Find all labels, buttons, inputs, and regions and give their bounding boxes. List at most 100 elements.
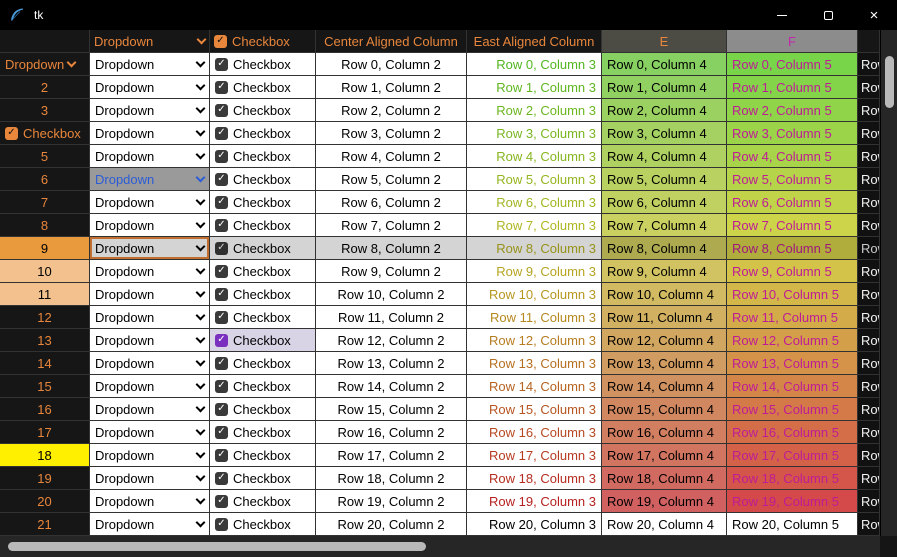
checkbox-icon[interactable]: ✓ [215, 288, 228, 301]
checkbox-cell[interactable]: ✓Checkbox [210, 168, 316, 191]
f-cell[interactable]: Row 6, Column 5 [727, 191, 858, 214]
checkbox-icon[interactable]: ✓ [215, 357, 228, 370]
center-cell[interactable]: Row 20, Column 2 [316, 513, 467, 536]
row-index-cell[interactable]: 8 [0, 214, 90, 237]
row-index-cell[interactable]: 19 [0, 467, 90, 490]
row-index-cell[interactable]: 21 [0, 513, 90, 536]
east-cell[interactable]: Row 1, Column 3 [467, 76, 602, 99]
e-cell[interactable]: Row 0, Column 4 [602, 53, 727, 76]
center-cell[interactable]: Row 7, Column 2 [316, 214, 467, 237]
dropdown-cell[interactable]: Dropdown [90, 145, 210, 168]
e-cell[interactable]: Row 15, Column 4 [602, 398, 727, 421]
overflow-cell[interactable]: Row [858, 99, 880, 122]
column-header-checkbox[interactable]: ✓Checkbox [210, 30, 316, 53]
titlebar-drag-area[interactable] [43, 0, 759, 30]
f-cell[interactable]: Row 3, Column 5 [727, 122, 858, 145]
east-cell[interactable]: Row 10, Column 3 [467, 283, 602, 306]
row-index-cell[interactable]: 20 [0, 490, 90, 513]
center-cell[interactable]: Row 13, Column 2 [316, 352, 467, 375]
checkbox-icon[interactable]: ✓ [215, 81, 228, 94]
east-cell[interactable]: Row 9, Column 3 [467, 260, 602, 283]
f-cell[interactable]: Row 15, Column 5 [727, 398, 858, 421]
e-cell[interactable]: Row 12, Column 4 [602, 329, 727, 352]
checkbox-cell[interactable]: ✓Checkbox [210, 145, 316, 168]
overflow-cell[interactable]: Row [858, 76, 880, 99]
center-cell[interactable]: Row 8, Column 2 [316, 237, 467, 260]
f-cell[interactable]: Row 17, Column 5 [727, 444, 858, 467]
checkbox-icon[interactable]: ✓ [215, 449, 228, 462]
row-index-cell[interactable]: 5 [0, 145, 90, 168]
e-cell[interactable]: Row 20, Column 4 [602, 513, 727, 536]
row-index-cell[interactable]: 18 [0, 444, 90, 467]
row-index-cell[interactable]: 17 [0, 421, 90, 444]
column-header-corner[interactable] [0, 30, 90, 53]
center-cell[interactable]: Row 11, Column 2 [316, 306, 467, 329]
checkbox-icon[interactable]: ✓ [215, 472, 228, 485]
overflow-cell[interactable]: Row [858, 53, 880, 76]
f-cell[interactable]: Row 13, Column 5 [727, 352, 858, 375]
e-cell[interactable]: Row 8, Column 4 [602, 237, 727, 260]
f-cell[interactable]: Row 4, Column 5 [727, 145, 858, 168]
column-header-g[interactable] [858, 30, 880, 53]
checkbox-cell[interactable]: ✓Checkbox [210, 375, 316, 398]
overflow-cell[interactable]: Row [858, 168, 880, 191]
checkbox-icon[interactable]: ✓ [215, 104, 228, 117]
checkbox-icon[interactable]: ✓ [215, 58, 228, 71]
vertical-scrollbar-thumb[interactable] [885, 56, 894, 108]
e-cell[interactable]: Row 18, Column 4 [602, 467, 727, 490]
overflow-cell[interactable]: Row [858, 306, 880, 329]
checkbox-icon[interactable]: ✓ [215, 173, 228, 186]
f-cell[interactable]: Row 7, Column 5 [727, 214, 858, 237]
checkbox-cell[interactable]: ✓Checkbox [210, 214, 316, 237]
f-cell[interactable]: Row 11, Column 5 [727, 306, 858, 329]
dropdown-cell[interactable]: Dropdown [90, 306, 210, 329]
f-cell[interactable]: Row 14, Column 5 [727, 375, 858, 398]
center-cell[interactable]: Row 5, Column 2 [316, 168, 467, 191]
f-cell[interactable]: Row 0, Column 5 [727, 53, 858, 76]
checkbox-cell[interactable]: ✓Checkbox [210, 306, 316, 329]
checkbox-cell[interactable]: ✓Checkbox [210, 53, 316, 76]
center-cell[interactable]: Row 3, Column 2 [316, 122, 467, 145]
e-cell[interactable]: Row 14, Column 4 [602, 375, 727, 398]
checkbox-cell[interactable]: ✓Checkbox [210, 237, 316, 260]
checkbox-icon[interactable]: ✓ [215, 403, 228, 416]
checkbox-icon[interactable]: ✓ [215, 334, 228, 347]
checkbox-icon[interactable]: ✓ [215, 426, 228, 439]
close-button[interactable]: × [851, 0, 897, 30]
e-cell[interactable]: Row 16, Column 4 [602, 421, 727, 444]
overflow-cell[interactable]: Row [858, 352, 880, 375]
overflow-cell[interactable]: Row [858, 214, 880, 237]
checkbox-icon[interactable]: ✓ [215, 311, 228, 324]
checkbox-cell[interactable]: ✓Checkbox [210, 99, 316, 122]
east-cell[interactable]: Row 7, Column 3 [467, 214, 602, 237]
checkbox-icon[interactable]: ✓ [215, 219, 228, 232]
maximize-button[interactable] [805, 0, 851, 30]
center-cell[interactable]: Row 6, Column 2 [316, 191, 467, 214]
overflow-cell[interactable]: Row [858, 329, 880, 352]
row-index-cell[interactable]: 15 [0, 375, 90, 398]
row-index-cell[interactable]: 14 [0, 352, 90, 375]
center-cell[interactable]: Row 17, Column 2 [316, 444, 467, 467]
center-cell[interactable]: Row 9, Column 2 [316, 260, 467, 283]
checkbox-icon[interactable]: ✓ [215, 242, 228, 255]
checkbox-icon[interactable]: ✓ [215, 380, 228, 393]
checkbox-icon[interactable]: ✓ [215, 265, 228, 278]
east-cell[interactable]: Row 20, Column 3 [467, 513, 602, 536]
e-cell[interactable]: Row 4, Column 4 [602, 145, 727, 168]
east-cell[interactable]: Row 0, Column 3 [467, 53, 602, 76]
f-cell[interactable]: Row 9, Column 5 [727, 260, 858, 283]
column-header-east[interactable]: East Aligned Column [467, 30, 602, 53]
overflow-cell[interactable]: Row [858, 191, 880, 214]
center-cell[interactable]: Row 14, Column 2 [316, 375, 467, 398]
horizontal-scrollbar[interactable] [0, 536, 880, 557]
checkbox-icon[interactable]: ✓ [215, 150, 228, 163]
row-index-cell[interactable]: 7 [0, 191, 90, 214]
checkbox-cell[interactable]: ✓Checkbox [210, 513, 316, 536]
dropdown-cell[interactable]: Dropdown [90, 444, 210, 467]
f-cell[interactable]: Row 1, Column 5 [727, 76, 858, 99]
e-cell[interactable]: Row 17, Column 4 [602, 444, 727, 467]
overflow-cell[interactable]: Row [858, 260, 880, 283]
overflow-cell[interactable]: Row [858, 145, 880, 168]
e-cell[interactable]: Row 2, Column 4 [602, 99, 727, 122]
east-cell[interactable]: Row 6, Column 3 [467, 191, 602, 214]
